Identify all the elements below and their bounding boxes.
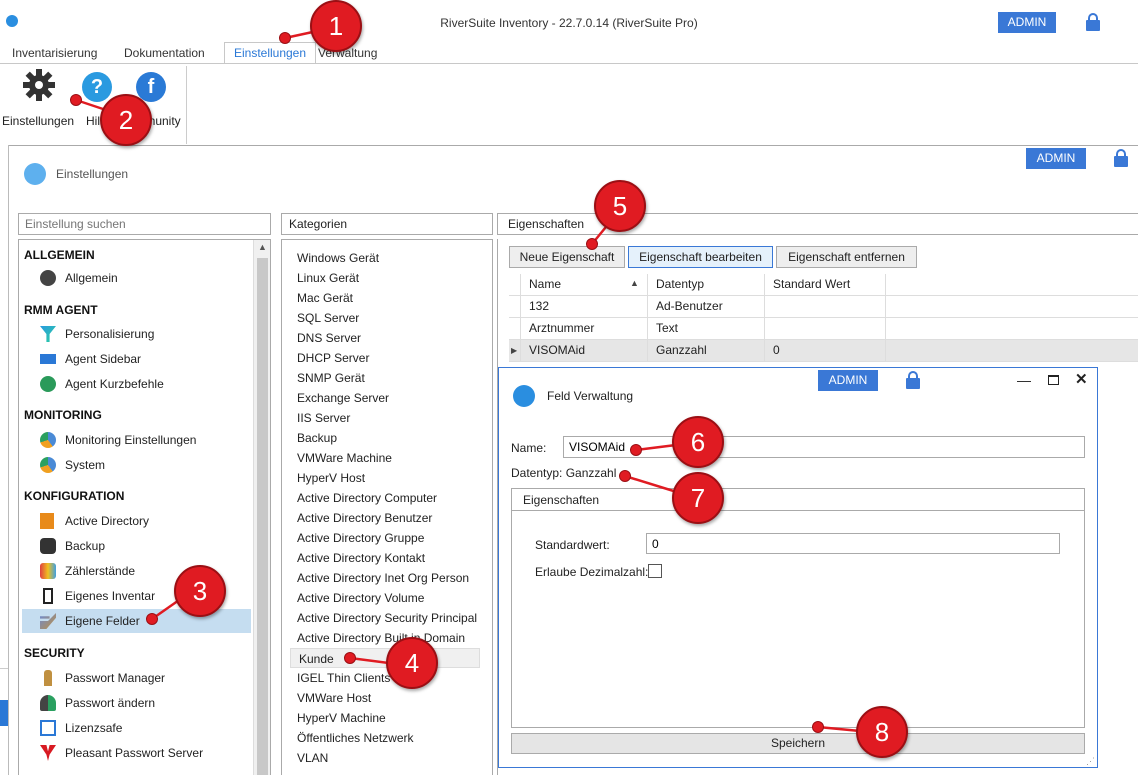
- callout-3: 3: [174, 565, 226, 617]
- callout-6: 6: [672, 416, 724, 468]
- callout-dot: [279, 32, 291, 44]
- callout-dot: [344, 652, 356, 664]
- callout-5: 5: [594, 180, 646, 232]
- callout-8: 8: [856, 706, 908, 758]
- callout-dot: [630, 444, 642, 456]
- callout-7: 7: [672, 472, 724, 524]
- callout-dot: [70, 94, 82, 106]
- callout-dot: [586, 238, 598, 250]
- callout-dot: [812, 721, 824, 733]
- callout-2: 2: [100, 94, 152, 146]
- callout-4: 4: [386, 637, 438, 689]
- callout-dot: [619, 470, 631, 482]
- callout-1: 1: [310, 0, 362, 52]
- callout-lines: [75, 28, 861, 733]
- callout-dot: [146, 613, 158, 625]
